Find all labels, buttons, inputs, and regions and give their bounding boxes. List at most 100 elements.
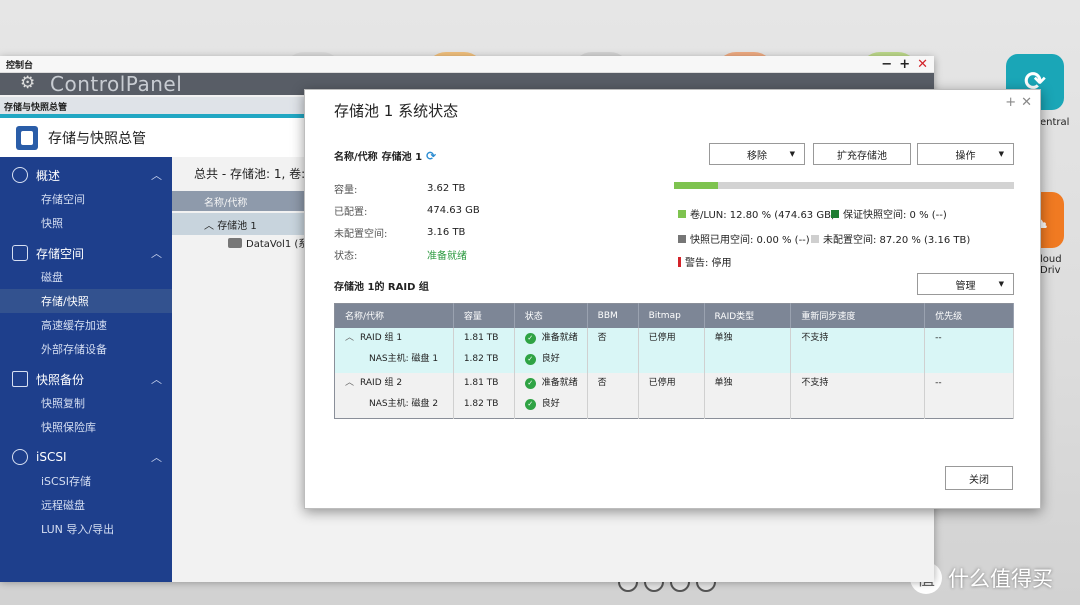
sidebar-item-remote-disk[interactable]: 远程磁盘 (0, 493, 172, 517)
column-header[interactable]: Bitmap (638, 303, 705, 328)
raid-type-cell: 单独 (704, 327, 792, 373)
group-capacity: 1.81 TB (463, 332, 499, 343)
volume-name: DataVol1 (系 (246, 239, 309, 250)
warning-marker (678, 256, 681, 267)
close-icon[interactable]: ✕ (1021, 95, 1032, 110)
bbm-value: 否 (597, 332, 607, 343)
raid-group-title: 存储池 1的 RAID 组 (334, 282, 429, 293)
sidebar-item-snapshot-vault[interactable]: 快照保险库 (0, 415, 172, 439)
column-header[interactable]: RAID类型 (704, 303, 792, 328)
close-button[interactable]: 关闭 (945, 466, 1013, 490)
info-row-capacity: 容量: 3.62 TB (334, 177, 480, 199)
window-title: 控制台 (6, 60, 34, 71)
status-cell: ✓ 准备就绪 ✓ 良好 (514, 327, 588, 373)
expand-pool-button[interactable]: 扩充存储池 (813, 143, 911, 165)
close-icon[interactable]: ✕ (917, 57, 928, 72)
column-header[interactable]: 优先级 (924, 303, 1014, 328)
group-status: 准备就绪 (541, 377, 578, 388)
name-label: 名称/代称 (334, 152, 378, 163)
chevron-up-icon[interactable]: ︿ (345, 378, 354, 388)
legend-swatch (831, 209, 839, 218)
info-key: 容量: (334, 184, 358, 196)
raid-group-name: RAID 组 1 (360, 332, 403, 343)
column-header[interactable]: BBM (587, 303, 639, 328)
remove-dropdown-button[interactable]: 移除 ▼ (709, 143, 805, 165)
remove-button-label: 移除 (747, 150, 767, 162)
chevron-up-icon[interactable]: ︿ (151, 449, 162, 465)
bitmap-cell: 已停用 (638, 327, 705, 373)
chevron-up-icon[interactable]: ︿ (204, 221, 217, 232)
sidebar-section-iscsi[interactable]: iSCSI ︿ (0, 445, 172, 469)
priority-cell: -- (924, 372, 1014, 418)
refresh-icon[interactable]: ⟳ (426, 149, 436, 163)
raid-group-name: RAID 组 2 (360, 377, 403, 388)
legend-label: 未配置空间: 87.20 % (3.16 TB) (823, 235, 971, 246)
legend-warning: 警告: 停用 (678, 254, 732, 269)
action-dropdown-button[interactable]: 操作 ▼ (917, 143, 1014, 165)
bbm-value: 否 (597, 377, 607, 388)
pool-name-row: 名称/代称 存储池 1 ⟳ (334, 148, 480, 164)
chevron-up-icon[interactable]: ︿ (345, 333, 354, 343)
chevron-up-icon[interactable]: ︿ (151, 245, 162, 261)
backup-icon (12, 371, 28, 387)
sidebar-item-storage-snapshot[interactable]: 存储/快照 (0, 289, 172, 313)
sidebar-section-overview[interactable]: 概述 ︿ (0, 163, 172, 187)
disk-name: NAS主机: 磁盘 2 (369, 398, 439, 409)
legend-label: 保证快照空间: 0 % (--) (843, 210, 947, 221)
sidebar-item-disks[interactable]: 磁盘 (0, 265, 172, 289)
sidebar-item-external[interactable]: 外部存储设备 (0, 337, 172, 361)
table-row[interactable]: ︿ RAID 组 1 NAS主机: 磁盘 1 1.81 TB 1.82 TB ✓ 准… (334, 327, 1014, 373)
sidebar-item-snapshot[interactable]: 快照 (0, 211, 172, 235)
sidebar-item-storage-space[interactable]: 存储空间 (0, 187, 172, 211)
legend-guaranteed-snapshot: 保证快照空间: 0 % (--) (831, 206, 947, 221)
chevron-up-icon[interactable]: ︿ (151, 167, 162, 183)
pool-name: 存储池 1 (217, 221, 257, 232)
window-titlebar[interactable]: 控制台 − + ✕ (0, 56, 934, 73)
pool-info: 名称/代称 存储池 1 ⟳ 容量: 3.62 TB 已配置: 474.63 GB… (334, 148, 480, 265)
column-header[interactable]: 重新同步速度 (790, 303, 926, 328)
expand-icon[interactable]: + (1005, 95, 1016, 110)
legend-unallocated: 未配置空间: 87.20 % (3.16 TB) (811, 231, 970, 246)
maximize-icon[interactable]: + (899, 57, 910, 72)
info-value: 3.62 TB (427, 182, 466, 194)
status-cell: ✓ 准备就绪 ✓ 良好 (514, 372, 588, 418)
storage-manager-icon (16, 125, 38, 150)
volume-icon (228, 237, 242, 248)
priority-cell: -- (924, 327, 1014, 373)
legend-swatch (678, 234, 686, 243)
table-row[interactable]: DataVol1 (系 (228, 235, 308, 250)
dialog-title: 存储池 1 系统状态 (334, 102, 459, 120)
table-row[interactable]: ︿ RAID 组 2 NAS主机: 磁盘 2 1.81 TB 1.82 TB ✓ 准… (334, 372, 1014, 418)
manage-dropdown-button[interactable]: 管理 ▼ (917, 273, 1014, 295)
minimize-icon[interactable]: − (881, 57, 892, 72)
capacity-usage-bar (674, 182, 1014, 189)
sidebar-item-lun-import-export[interactable]: LUN 导入/导出 (0, 517, 172, 541)
disk-status: 良好 (541, 353, 560, 364)
column-header[interactable]: 容量 (453, 303, 515, 328)
check-circle-icon: ✓ (524, 332, 536, 344)
column-header[interactable]: 名称/代称 (334, 303, 454, 328)
group-capacity: 1.81 TB (463, 377, 499, 388)
disk-capacity: 1.82 TB (463, 353, 499, 364)
legend-label: 卷/LUN: 12.80 % (474.63 GB) (690, 210, 835, 221)
cloud-drive-app-label: loud Driv (1040, 254, 1062, 276)
dialog-window-controls: + ✕ (1005, 95, 1032, 110)
sidebar-section-storage[interactable]: 存储空间 ︿ (0, 241, 172, 265)
check-circle-icon: ✓ (524, 353, 536, 365)
sidebar-section-snapshot-backup[interactable]: 快照备份 ︿ (0, 367, 172, 391)
sidebar-item-snapshot-replica[interactable]: 快照复制 (0, 391, 172, 415)
column-header[interactable]: 状态 (514, 303, 588, 328)
chevron-up-icon[interactable]: ︿ (151, 371, 162, 387)
sidebar-item-iscsi-storage[interactable]: iSCSI存储 (0, 469, 172, 493)
sidebar-section-label: 存储空间 (36, 246, 85, 261)
legend-volume-lun: 卷/LUN: 12.80 % (474.63 GB) (678, 206, 835, 221)
info-value: 3.16 TB (427, 226, 466, 238)
resync-cell: 不支持 (790, 327, 926, 373)
share-icon (12, 449, 28, 465)
breadcrumb: 存储与快照总管 (0, 97, 305, 114)
group-status: 准备就绪 (541, 332, 578, 343)
raid-type-cell: 单独 (704, 372, 792, 418)
window-controls: − + ✕ (881, 57, 928, 72)
table-header-row: 名称/代称 容量 状态 BBM Bitmap RAID类型 重新同步速度 优先级 (334, 303, 1014, 328)
sidebar-item-cache[interactable]: 高速缓存加速 (0, 313, 172, 337)
